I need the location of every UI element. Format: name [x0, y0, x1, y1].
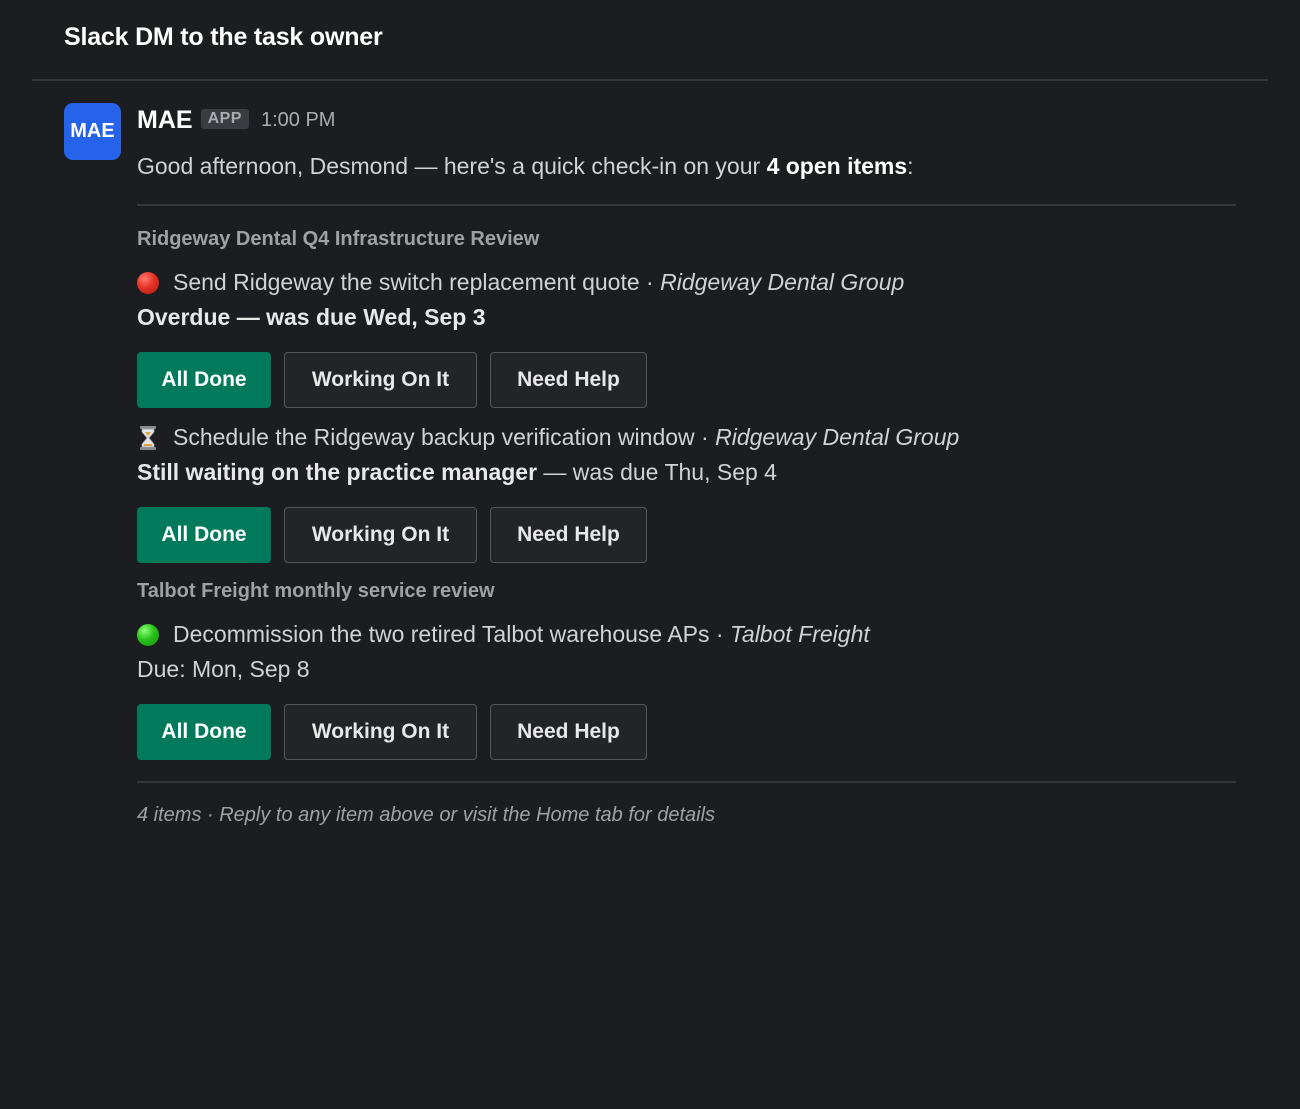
all-done-button[interactable]: All Done [137, 352, 271, 408]
page-title: Slack DM to the task owner [64, 23, 383, 51]
task-line: Schedule the Ridgeway backup verificatio… [137, 424, 959, 451]
task-due: Due: Mon, Sep 8 [137, 656, 310, 683]
divider [137, 781, 1236, 783]
task-client: Ridgeway Dental Group [715, 424, 960, 450]
working-on-it-button[interactable]: Working On It [284, 507, 477, 563]
task-due-rest: Due: Mon, Sep 8 [137, 656, 310, 682]
task-actions: All Done Working On It Need Help [137, 352, 647, 408]
greeting-text: Good afternoon, Desmond — here's a quick… [137, 153, 914, 180]
task-actions: All Done Working On It Need Help [137, 704, 647, 760]
section-title: Talbot Freight monthly service review [137, 580, 495, 602]
message-header: MAE APP 1:00 PM [137, 106, 335, 135]
task-separator: · [709, 621, 730, 647]
task-due-bold: Overdue — was due Wed, Sep 3 [137, 304, 486, 330]
task-due: Still waiting on the practice manager — … [137, 459, 777, 486]
need-help-button[interactable]: Need Help [490, 704, 647, 760]
working-on-it-button[interactable]: Working On It [284, 352, 477, 408]
task-line: Send Ridgeway the switch replacement quo… [137, 269, 904, 296]
sender-name[interactable]: MAE [137, 106, 193, 135]
need-help-button[interactable]: Need Help [490, 352, 647, 408]
hourglass-icon [137, 425, 159, 450]
task-text: Schedule the Ridgeway backup verificatio… [173, 424, 695, 450]
green-circle-icon [137, 623, 159, 646]
message-timestamp[interactable]: 1:00 PM [261, 109, 335, 132]
task-text: Decommission the two retired Talbot ware… [173, 621, 710, 647]
working-on-it-button[interactable]: Working On It [284, 704, 477, 760]
task-due-rest: — was due Thu, Sep 4 [537, 459, 777, 485]
greeting-prefix: Good afternoon, Desmond — here's a quick… [137, 153, 767, 179]
task-line: Decommission the two retired Talbot ware… [137, 621, 870, 648]
task-due-bold: Still waiting on the practice manager [137, 459, 538, 485]
app-badge: APP [200, 108, 249, 129]
section-title: Ridgeway Dental Q4 Infrastructure Review [137, 228, 540, 250]
red-circle-icon [137, 271, 159, 294]
task-due: Overdue — was due Wed, Sep 3 [137, 304, 486, 331]
divider [137, 204, 1236, 206]
task-client: Ridgeway Dental Group [660, 269, 905, 295]
all-done-button[interactable]: All Done [137, 704, 271, 760]
avatar[interactable]: MAE [64, 103, 121, 160]
footer-context: 4 items · Reply to any item above or vis… [137, 804, 716, 826]
need-help-button[interactable]: Need Help [490, 507, 647, 563]
greeting-suffix: : [907, 153, 914, 179]
task-text: Send Ridgeway the switch replacement quo… [173, 269, 640, 295]
task-separator: · [694, 424, 716, 450]
dm-header: Slack DM to the task owner [32, 0, 1268, 81]
all-done-button[interactable]: All Done [137, 507, 271, 563]
task-separator: · [639, 269, 661, 295]
task-actions: All Done Working On It Need Help [137, 507, 647, 563]
open-items-count: 4 open items [766, 153, 908, 179]
task-client: Talbot Freight [729, 621, 870, 647]
